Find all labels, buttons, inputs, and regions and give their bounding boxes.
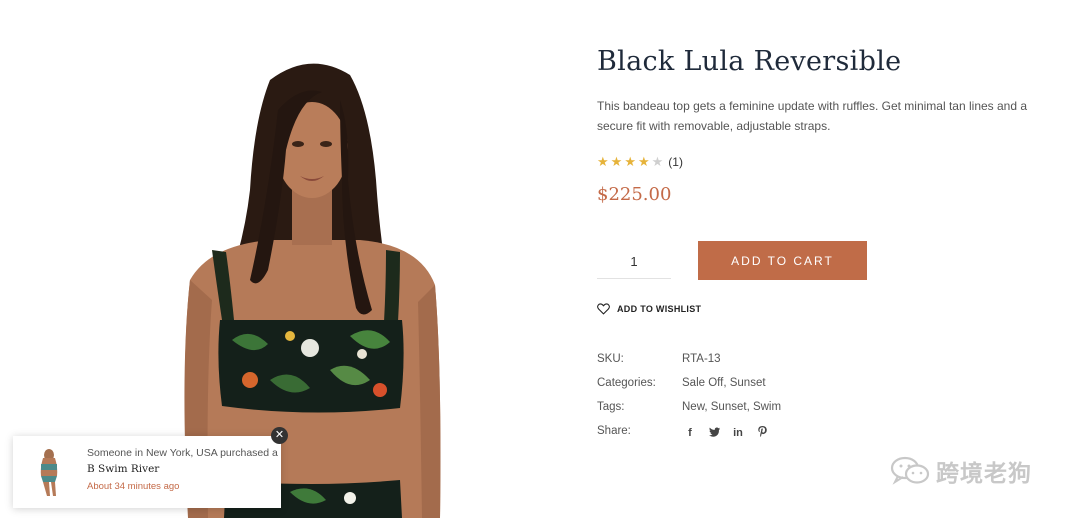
wechat-icon [890, 456, 930, 485]
twitter-icon[interactable] [706, 427, 722, 440]
share-label: Share: [597, 425, 631, 437]
star-icon: ★ [610, 154, 623, 169]
review-count[interactable]: (1) [668, 155, 683, 169]
sku-value: RTA-13 [682, 353, 721, 365]
add-to-cart-button[interactable]: ADD TO CART [698, 241, 867, 280]
close-icon[interactable]: ✕ [271, 427, 288, 444]
product-price: $225.00 [597, 184, 672, 205]
product-title: Black Lula Reversible [597, 46, 902, 77]
popup-time: About 34 minutes ago [87, 481, 180, 492]
facebook-icon[interactable]: f [682, 427, 698, 439]
add-to-wishlist-link[interactable]: ADD TO WISHLIST [597, 303, 701, 315]
heart-icon [597, 303, 610, 315]
tags-value[interactable]: New, Sunset, Swim [682, 401, 781, 413]
categories-value[interactable]: Sale Off, Sunset [682, 377, 766, 389]
star-icon: ★ [624, 154, 636, 169]
product-description: This bandeau top gets a feminine update … [597, 99, 1028, 133]
watermark-text: 跨境老狗 [936, 460, 1032, 486]
share-row: Share: f in [597, 425, 797, 441]
product-rating[interactable]: ★ ★ ★ ★ ★ (1) [597, 154, 683, 170]
popup-product-name[interactable]: B Swim River [87, 463, 159, 475]
recent-purchase-popup[interactable]: Someone in New York, USA purchased a B S… [13, 436, 281, 508]
popup-message: Someone in New York, USA purchased a [87, 447, 278, 459]
sku-label: SKU: [597, 353, 624, 365]
share-icons: f in [682, 426, 778, 440]
star-empty-icon: ★ [651, 154, 664, 169]
star-icon: ★ [597, 154, 609, 169]
wishlist-label: ADD TO WISHLIST [617, 304, 702, 314]
categories-label: Categories: [597, 377, 656, 389]
product-details: Black Lula Reversible This bandeau top g… [597, 0, 1067, 518]
quantity-input[interactable] [597, 244, 671, 279]
pinterest-icon[interactable] [754, 426, 770, 440]
linkedin-icon[interactable]: in [730, 427, 746, 439]
tags-label: Tags: [597, 401, 625, 413]
popup-product-thumbnail[interactable] [23, 446, 75, 498]
star-icon: ★ [637, 154, 650, 169]
watermark: 跨境老狗 [890, 454, 1032, 488]
